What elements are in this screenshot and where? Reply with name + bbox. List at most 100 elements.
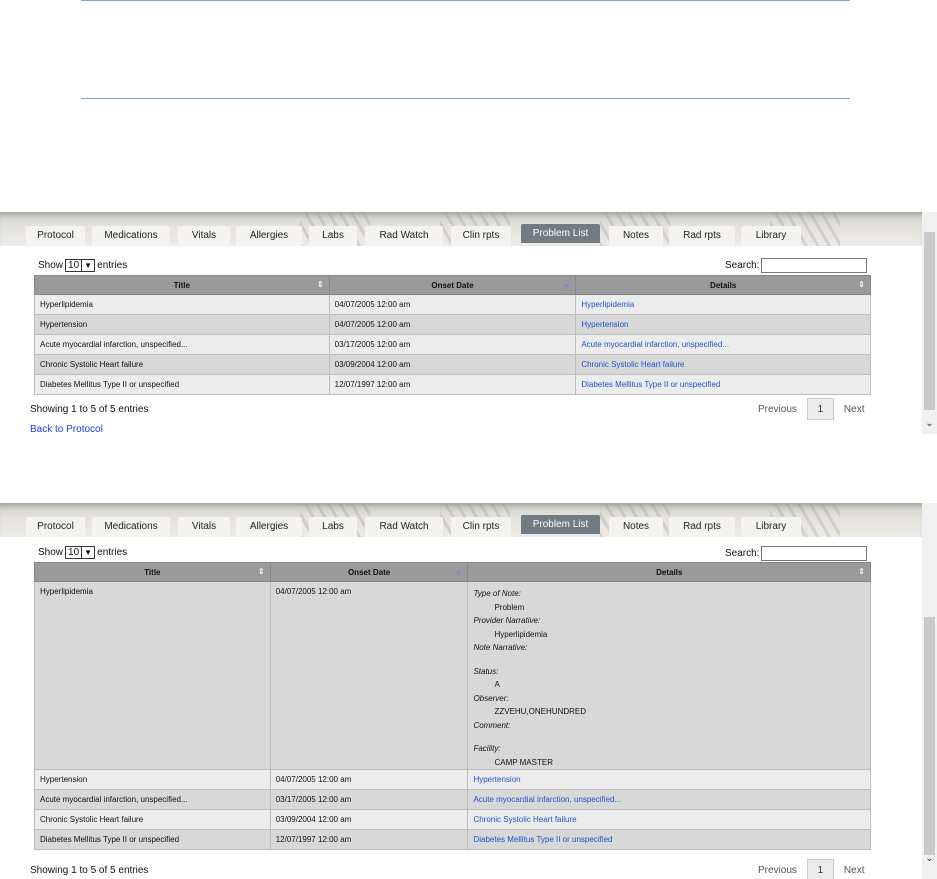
page-1-button[interactable]: 1 [806, 398, 834, 420]
entries-label: entries [97, 547, 128, 558]
tab-allergies[interactable]: Allergies [236, 517, 302, 537]
cell-title: Acute myocardial infarction, unspecified… [34, 789, 271, 810]
cell-title: Diabetes Mellitus Type II or unspecified [34, 829, 271, 850]
sort-icon: ⇕ [316, 280, 324, 289]
cell-onset: 04/07/2005 12:00 am [328, 314, 577, 335]
sort-icon: ⇕ [258, 567, 265, 576]
narrative-value: Hyperlipidemia [494, 629, 548, 639]
table-row-expanded: Hyperlipidemia 04/07/2005 12:00 am Type … [34, 581, 871, 770]
tab-protocol[interactable]: Protocol [26, 226, 85, 246]
cell-title: Diabetes Mellitus Type II or unspecified [34, 374, 330, 395]
tab-notes[interactable]: Notes [609, 226, 663, 246]
cell-onset: 03/09/2004 12:00 am [328, 354, 577, 375]
table-row: Hyperlipidemia 04/07/2005 12:00 am Hyper… [34, 294, 871, 315]
problem-list-panel-expanded: Protocol Medications Vitals Allergies La… [0, 503, 937, 879]
table-info: Showing 1 to 5 of 5 entries [30, 865, 149, 876]
details-link[interactable]: Acute myocardial infarction, unspecified… [467, 789, 871, 810]
details-link[interactable]: Hyperlipidemia [575, 294, 871, 315]
previous-button[interactable]: Previous [758, 404, 797, 415]
cell-title: Hyperlipidemia [34, 581, 271, 770]
show-label: Show [38, 547, 64, 558]
next-button[interactable]: Next [844, 865, 865, 876]
tab-labs[interactable]: Labs [309, 517, 357, 537]
previous-button[interactable]: Previous [758, 865, 797, 876]
tab-medications[interactable]: Medications [92, 226, 170, 246]
details-link[interactable]: Diabetes Mellitus Type II or unspecified [575, 374, 871, 395]
entries-select[interactable]: 10 ▼ [65, 259, 96, 272]
status-value: A [494, 680, 500, 689]
details-link[interactable]: Hypertension [575, 314, 871, 335]
search-label: Search: [725, 548, 760, 559]
details-link[interactable]: Hypertension [467, 769, 871, 790]
entries-select[interactable]: 10 ▼ [65, 546, 96, 559]
tab-problem-list[interactable]: Problem List [521, 515, 600, 534]
tab-rad-rpts[interactable]: Rad rpts [669, 517, 735, 537]
sort-icon: ⇕ [858, 280, 865, 289]
column-header-details[interactable]: Details ⇕ [575, 275, 871, 295]
tab-medications[interactable]: Medications [92, 517, 170, 537]
table-row: Diabetes Mellitus Type II or unspecified… [34, 374, 871, 395]
entries-control: Show 10 ▼ entries [38, 259, 127, 272]
problem-list-content: Show 10 ▼ entries Search: Title ⇕ Onset D… [25, 246, 882, 442]
tab-rad-rpts[interactable]: Rad rpts [669, 226, 735, 246]
table-row: Acute myocardial infarction, unspecified… [34, 334, 871, 355]
tab-notes[interactable]: Notes [609, 517, 663, 537]
observer-label: Observer: [473, 693, 509, 703]
back-to-protocol-link[interactable]: Back to Protocol [30, 424, 103, 435]
table-row: Hypertension 04/07/2005 12:00 am Hyperte… [34, 314, 871, 335]
scrollbar[interactable]: ⌄ [922, 212, 937, 434]
table-row: Hypertension 04/07/2005 12:00 am Hyperte… [34, 769, 871, 790]
tab-allergies[interactable]: Allergies [236, 226, 302, 246]
details-link[interactable]: Chronic Systolic Heart failure [467, 809, 871, 830]
cell-onset: 03/17/2005 12:00 am [328, 334, 577, 355]
details-link[interactable]: Chronic Systolic Heart failure [575, 354, 871, 375]
next-button[interactable]: Next [844, 404, 865, 415]
scroll-down-icon[interactable]: ⌄ [922, 853, 937, 864]
tab-labs[interactable]: Labs [309, 226, 357, 246]
search-input[interactable] [761, 546, 868, 561]
pagination: Previous 1 Next [758, 859, 864, 879]
tab-rad-watch[interactable]: Rad Watch [365, 517, 443, 537]
tab-protocol[interactable]: Protocol [26, 517, 85, 537]
tab-vitals[interactable]: Vitals [178, 517, 230, 537]
cell-title: Chronic Systolic Heart failure [34, 809, 271, 830]
problem-table: Title ⇕ Onset Date ▼ Details ⇕ Hyperlipidem… [34, 275, 871, 395]
search-control: Search: [725, 258, 868, 273]
tab-clin-rpts[interactable]: Clin rpts [451, 517, 511, 537]
scrollbar[interactable]: ⌄ [922, 503, 937, 879]
page-1-button[interactable]: 1 [806, 859, 834, 879]
search-input[interactable] [761, 258, 868, 273]
tab-rad-watch[interactable]: Rad Watch [365, 226, 443, 246]
tab-library[interactable]: Library [741, 517, 801, 537]
table-row: Chronic Systolic Heart failure 03/09/200… [34, 809, 871, 830]
chevron-down-icon: ▼ [81, 260, 94, 271]
cell-title: Chronic Systolic Heart failure [34, 354, 330, 375]
scroll-down-icon[interactable]: ⌄ [922, 418, 937, 429]
table-row: Diabetes Mellitus Type II or unspecified… [34, 829, 871, 850]
tab-vitals[interactable]: Vitals [178, 226, 230, 246]
search-control: Search: [725, 546, 868, 561]
column-header-title[interactable]: Title ⇕ [34, 562, 271, 582]
divider-line [81, 0, 850, 1]
table-info: Showing 1 to 5 of 5 entries [30, 404, 149, 415]
entries-label: entries [97, 260, 128, 271]
entries-value: 10 [68, 260, 80, 271]
scrollbar-thumb[interactable] [924, 232, 935, 410]
tab-clin-rpts[interactable]: Clin rpts [451, 226, 511, 246]
page: Protocol Medications Vitals Allergies La… [0, 0, 937, 879]
tab-problem-list[interactable]: Problem List [521, 224, 600, 243]
tab-library[interactable]: Library [741, 226, 801, 246]
details-link[interactable]: Diabetes Mellitus Type II or unspecified [467, 829, 871, 850]
details-link[interactable]: Acute myocardial infarction, unspecified… [575, 334, 871, 355]
column-header-title[interactable]: Title ⇕ [34, 275, 330, 295]
details-expanded: Type of Note: Problem Provider Narrative… [467, 581, 871, 770]
column-header-details[interactable]: Details ⇕ [467, 562, 871, 582]
facility-value: CAMP MASTER [494, 757, 553, 767]
search-label: Search: [725, 260, 760, 271]
column-header-onset-date[interactable]: Onset Date ▼ [328, 275, 577, 295]
pagination: Previous 1 Next [758, 398, 864, 420]
scrollbar-thumb[interactable] [924, 617, 935, 855]
cell-onset: 04/07/2005 12:00 am [328, 294, 577, 315]
column-header-onset-date[interactable]: Onset Date ▼ [269, 562, 469, 582]
problem-table: Title ⇕ Onset Date ▼ Details ⇕ Hyperlipidem… [34, 562, 871, 850]
